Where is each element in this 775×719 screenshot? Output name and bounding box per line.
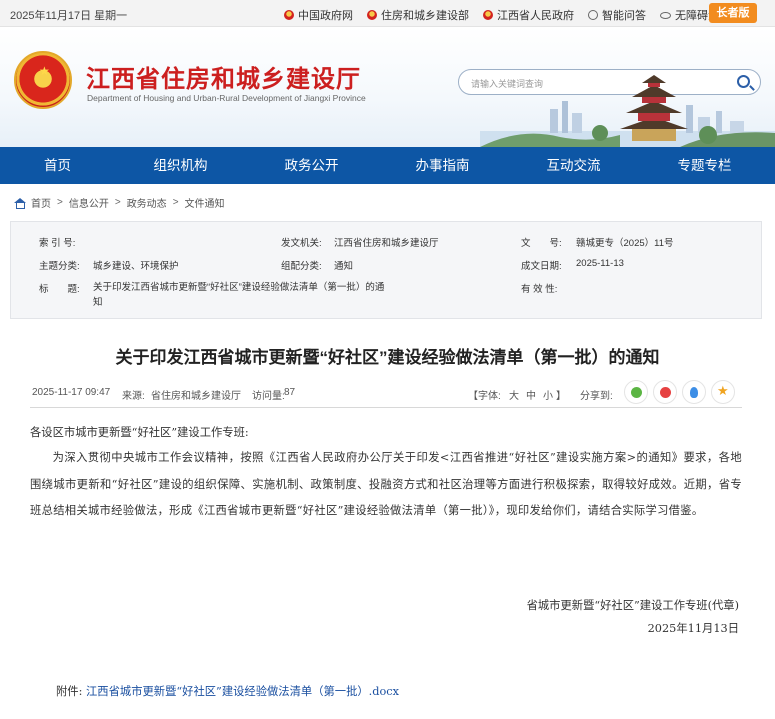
topic-value: 城乡建设、环境保护: [93, 261, 179, 272]
attachment-label: 附件:: [56, 685, 83, 698]
views-count: 87: [284, 387, 296, 398]
city-skyline-image: [480, 75, 775, 147]
article-info-bar: 2025-11-17 09:47 来源: 省住房和城乡建设厅 访问量: 87 【…: [30, 378, 742, 408]
issuer-value: 江西省住房和城乡建设厅: [334, 238, 439, 249]
emblem-icon: [367, 10, 377, 20]
font-size-small-button[interactable]: 小: [543, 387, 553, 402]
category-value: 通知: [334, 261, 354, 272]
index-label: 索 引 号:: [39, 238, 76, 249]
link-gov-cn[interactable]: 中国政府网: [284, 7, 353, 23]
link-label: 住房和城乡建设部: [381, 10, 469, 22]
share-label: 分享到:: [580, 391, 613, 402]
main-nav: 首页 组织机构 政务公开 办事指南 互动交流 专题专栏: [0, 147, 775, 184]
breadcrumb-info-public[interactable]: 信息公开: [69, 195, 109, 210]
national-emblem-icon: ★: [14, 51, 72, 109]
attachment-link[interactable]: 江西省城市更新暨“好社区”建设经验做法清单（第一批）.docx: [86, 685, 399, 698]
headset-icon: [588, 10, 598, 20]
site-subtitle: Department of Housing and Urban-Rural De…: [87, 93, 366, 103]
current-date: 2025年11月17日 星期一: [10, 10, 128, 22]
breadcrumb-separator: >: [57, 197, 63, 208]
nav-interaction[interactable]: 互动交流: [508, 147, 639, 184]
nav-service-guide[interactable]: 办事指南: [377, 147, 508, 184]
nav-special-topics[interactable]: 专题专栏: [639, 147, 770, 184]
signature: 省城市更新暨“好社区”建设工作专班(代章): [526, 599, 739, 612]
salutation: 各设区市城市更新暨“好社区”建设工作专班:: [30, 426, 249, 439]
source-value: 省住房和城乡建设厅: [151, 391, 241, 402]
breadcrumb-separator: >: [114, 197, 121, 208]
eye-icon: [660, 11, 671, 19]
font-size-medium-button[interactable]: 中: [526, 387, 536, 402]
wechat-share-icon[interactable]: [624, 380, 648, 404]
title-label: 标 题:: [39, 284, 80, 295]
font-size-close-bracket: 】: [556, 391, 566, 402]
link-mohurd[interactable]: 住房和城乡建设部: [367, 7, 469, 23]
emblem-icon: [483, 10, 493, 20]
breadcrumb-home[interactable]: 首页: [31, 195, 51, 210]
topic-label: 主题分类:: [39, 261, 80, 272]
qzone-share-icon[interactable]: [711, 380, 735, 404]
issuer-label: 发文机关:: [281, 238, 322, 249]
category-label: 组配分类:: [281, 261, 322, 272]
top-bar: 2025年11月17日 星期一 中国政府网 住房和城乡建设部 江西省人民政府 智…: [0, 0, 775, 27]
date-value: 2025-11-13: [576, 258, 624, 269]
breadcrumb-separator: >: [172, 197, 179, 208]
font-size-large-button[interactable]: 大: [509, 387, 519, 402]
docno-value: 赣城更专（2025）11号: [576, 238, 674, 249]
document-metadata: 索 引 号: 发文机关: 江西省住房和城乡建设厅 文 号: 赣城更专（2025）…: [10, 221, 762, 319]
publish-time: 2025-11-17 09:47: [32, 387, 111, 398]
date-label: 成文日期:: [521, 261, 562, 272]
article-title: 关于印发江西省城市更新暨“好社区”建设经验做法清单（第一批）的通知: [115, 348, 660, 367]
emblem-icon: [284, 10, 294, 20]
title-value: 关于印发江西省城市更新暨“好社区”建设经验做法清单（第一批）的通知: [93, 282, 385, 308]
link-label: 中国政府网: [298, 10, 353, 22]
breadcrumb-gov-news[interactable]: 政务动态: [127, 195, 167, 210]
weibo-share-icon[interactable]: [653, 380, 677, 404]
source-label: 来源:: [122, 391, 145, 402]
link-label: 江西省人民政府: [497, 10, 574, 22]
home-icon: [14, 197, 26, 209]
elder-mode-button[interactable]: 长者版: [709, 3, 757, 23]
sign-date: 2025年11月13日: [647, 622, 739, 635]
views-label: 访问量:: [252, 391, 285, 402]
link-smart-qa[interactable]: 智能问答: [588, 7, 646, 23]
link-label: 智能问答: [602, 10, 646, 22]
nav-organization[interactable]: 组织机构: [115, 147, 246, 184]
nav-home[interactable]: 首页: [0, 147, 115, 184]
attachment: 附件: 江西省城市更新暨“好社区”建设经验做法清单（第一批）.docx: [56, 683, 399, 699]
qq-share-icon[interactable]: [682, 380, 706, 404]
site-title[interactable]: 江西省住房和城乡建设厅: [86, 59, 361, 94]
nav-government-affairs[interactable]: 政务公开: [246, 147, 377, 184]
header-banner: ★ 江西省住房和城乡建设厅 Department of Housing and …: [0, 27, 775, 147]
validity-label: 有 效 性:: [521, 284, 558, 295]
article-paragraph: 为深入贯彻中央城市工作会议精神，按照《江西省人民政府办公厅关于印发<江西省推进“…: [30, 451, 742, 517]
top-links: 中国政府网 住房和城乡建设部 江西省人民政府 智能问答 无障碍浏览: [284, 7, 744, 23]
font-size-label: 【字体:: [468, 391, 501, 402]
docno-label: 文 号:: [521, 238, 562, 249]
breadcrumb: 首页 > 信息公开 > 政务动态 > 文件通知: [14, 195, 225, 210]
breadcrumb-notices[interactable]: 文件通知: [185, 195, 225, 210]
link-jiangxi-gov[interactable]: 江西省人民政府: [483, 7, 574, 23]
